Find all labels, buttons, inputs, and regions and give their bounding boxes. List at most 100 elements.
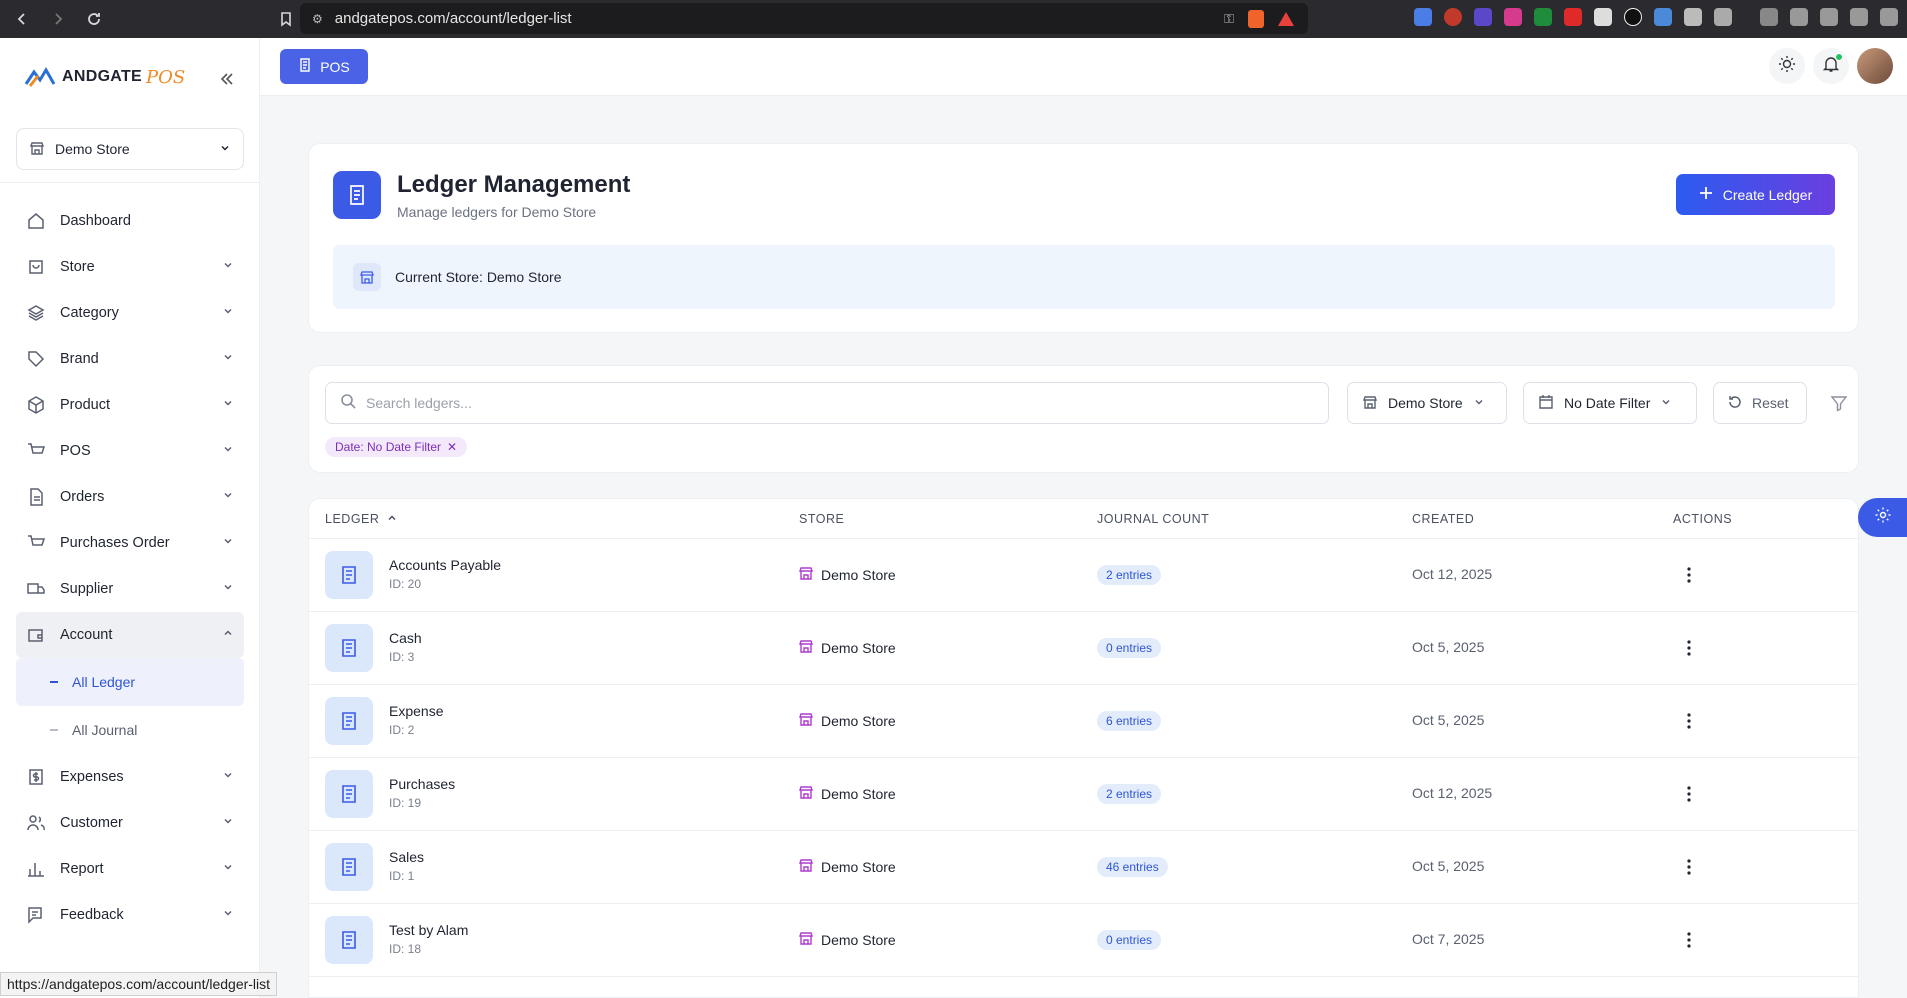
avatar[interactable] [1857,48,1893,84]
more-options-icon[interactable] [1677,782,1701,806]
filter-icon[interactable] [1830,394,1848,417]
sidebar-item-customer[interactable]: Customer [16,800,244,846]
key-icon[interactable]: ⚿ [1224,11,1234,27]
sidebar-subitem-label: All Ledger [72,674,136,690]
page-title: Ledger Management [397,171,631,198]
sidebar-item-dashboard[interactable]: Dashboard [16,198,244,244]
header-actions [1769,48,1893,84]
reload-icon[interactable] [80,5,108,33]
download-icon[interactable] [1760,8,1778,26]
tag-icon [26,349,46,369]
record-extension-icon[interactable] [1444,8,1462,26]
picker-extension-icon[interactable] [1594,8,1612,26]
entries-badge: 2 entries [1097,784,1162,804]
column-header-ledger[interactable]: LEDGER [325,512,397,526]
chevron-down-icon [222,443,234,459]
more-options-icon[interactable] [1677,563,1701,587]
sidebar-item-brand[interactable]: Brand [16,336,244,382]
table-row[interactable]: Sales ID: 1 Demo Store 46 entries Oct 5,… [309,831,1858,904]
back-icon[interactable] [8,5,36,33]
ublock-extension-icon[interactable] [1504,8,1522,26]
sun-icon [1778,55,1796,78]
table-row[interactable]: Expense ID: 2 Demo Store 6 entries Oct 5… [309,685,1858,758]
table-row[interactable]: Purchases ID: 19 Demo Store 2 entries Oc… [309,758,1858,831]
store-icon [799,931,813,948]
ledger-id: ID: 18 [389,942,422,956]
sidebar-toggle-icon[interactable] [1790,8,1808,26]
sidebar-item-feedback[interactable]: Feedback [16,892,244,938]
sidebar-item-label: Purchases Order [60,535,170,551]
address-bar[interactable]: ⚙ andgatepos.com/account/ledger-list ⚿ [300,3,1308,34]
search-box[interactable] [325,382,1329,424]
ledger-name: Accounts Payable [389,557,502,573]
chevron-down-icon [222,581,234,597]
date-filter-dropdown[interactable]: No Date Filter [1523,382,1697,424]
logo[interactable]: ANDGATE POS [24,66,185,88]
puzzle-extension-icon[interactable] [1684,8,1702,26]
forward-icon[interactable] [44,5,72,33]
sidebar-item-expenses[interactable]: Expenses [16,754,244,800]
sidebar-subitem-all-ledger[interactable]: All Ledger [16,658,244,706]
ledger-name: Expense [389,703,444,719]
menu-icon[interactable] [1880,8,1898,26]
notifications-button[interactable] [1813,48,1849,84]
store-filter-dropdown[interactable]: Demo Store [1347,382,1507,424]
chevron-down-icon [222,815,234,831]
column-header-label: ACTIONS [1673,511,1733,526]
site-info-icon[interactable]: ⚙ [312,12,323,26]
ledger-icon [325,843,373,891]
sidebar-item-product[interactable]: Product [16,382,244,428]
sidebar-subitem-label: All Journal [72,722,138,738]
sidebar-subitem-all-journal[interactable]: All Journal [16,706,244,754]
sidebar-item-report[interactable]: Report [16,846,244,892]
ledger-id: ID: 19 [389,796,422,810]
store-icon [799,785,813,802]
brave-rewards-icon[interactable] [1278,11,1294,26]
close-icon[interactable]: ✕ [447,440,457,454]
ledger-id: ID: 1 [389,869,415,883]
pos-button[interactable]: POS [280,49,368,84]
sidebar-item-pos[interactable]: POS [16,428,244,474]
bookmark-icon[interactable] [272,5,300,33]
reset-button[interactable]: Reset [1713,382,1807,424]
leo-ai-icon[interactable] [1850,8,1868,26]
sidebar-item-category[interactable]: Category [16,290,244,336]
more-options-icon[interactable] [1677,709,1701,733]
screenshot-extension-icon[interactable] [1714,8,1732,26]
sidebar-item-account[interactable]: Account [16,612,244,658]
dev-extension-icon[interactable] [1654,8,1672,26]
page-subtitle: Manage ledgers for Demo Store [397,204,597,220]
brave-shield-icon[interactable] [1248,9,1264,28]
calendar-icon [1538,394,1554,413]
theme-toggle[interactable] [1769,48,1805,84]
store-name: Demo Store [821,712,896,729]
more-options-icon[interactable] [1677,855,1701,879]
wallet-extension-icon[interactable] [1820,8,1838,26]
sidebar-item-store[interactable]: Store [16,244,244,290]
store-cell: Demo Store [799,639,896,656]
sidebar-item-label: Product [60,397,110,413]
active-filter-chip: Date: No Date Filter ✕ [325,437,468,457]
search-input[interactable] [366,395,1266,411]
dark-extension-icon[interactable] [1624,8,1642,26]
page-header-card: Ledger Management Manage ledgers for Dem… [308,143,1859,333]
top-header: POS [260,38,1907,96]
video-extension-icon[interactable] [1564,8,1582,26]
badge-extension-icon[interactable] [1474,8,1492,26]
table-row[interactable]: Cash ID: 3 Demo Store 0 entries Oct 5, 2… [309,612,1858,685]
sidebar-item-supplier[interactable]: Supplier [16,566,244,612]
more-options-icon[interactable] [1677,636,1701,660]
cart-icon [26,533,46,553]
table-row[interactable]: Accounts Payable ID: 20 Demo Store 2 ent… [309,539,1858,612]
table-row[interactable]: Test by Alam ID: 18 Demo Store 0 entries… [309,904,1858,977]
sidebar-item-orders[interactable]: Orders [16,474,244,520]
sheet-extension-icon[interactable] [1534,8,1552,26]
store-selector[interactable]: Demo Store [16,128,244,170]
more-options-icon[interactable] [1677,928,1701,952]
sidebar-item-purchases-order[interactable]: Purchases Order [16,520,244,566]
settings-fab[interactable] [1858,498,1907,537]
ledger-name: Purchases [389,776,456,792]
translate-extension-icon[interactable] [1414,8,1432,26]
collapse-sidebar-icon[interactable] [216,68,238,90]
create-ledger-button[interactable]: Create Ledger [1676,174,1835,215]
